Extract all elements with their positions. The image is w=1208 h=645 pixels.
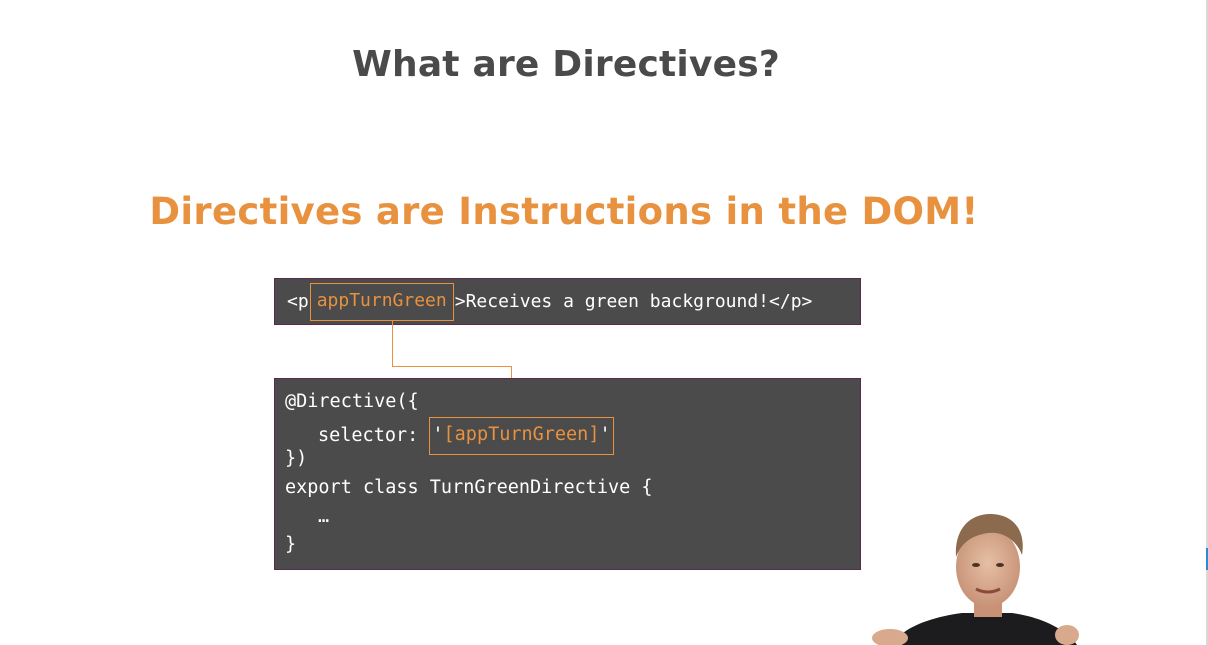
code-line-selector: selector: '[appTurnGreen]' [285, 416, 860, 455]
html-code-box: <p appTurnGreen >Receives a green backgrou… [274, 278, 861, 325]
selector-highlight: '[appTurnGreen]' [429, 416, 614, 455]
html-close-bracket: > [454, 291, 466, 312]
code-line-close-class: } [285, 534, 297, 556]
selector-quote-open: ' [432, 423, 444, 445]
code-line-decorator: @Directive({ [285, 391, 419, 412]
slide-subtitle: Directives are Instructions in the DOM! [149, 190, 979, 233]
ellipsis-text: … [318, 505, 330, 527]
code-line-class: export class TurnGreenDirective { [285, 477, 653, 499]
slide-title: What are Directives? [352, 44, 780, 85]
directive-code-box: @Directive({ selector: '[appTurnGreen]' … [274, 378, 861, 570]
html-content: Receives a green background! [465, 291, 770, 312]
connector-line-across [392, 366, 512, 367]
presenter-video [872, 513, 1079, 645]
selector-key: selector: [318, 424, 419, 446]
selector-quote-close: ' [599, 423, 611, 445]
html-open-tag: <p [287, 291, 309, 312]
directive-attribute-highlight: appTurnGreen [309, 283, 454, 321]
code-line-ellipsis: … [285, 503, 860, 532]
html-end-tag: </p> [769, 291, 813, 312]
selector-value: [appTurnGreen] [443, 423, 600, 445]
connector-line-down [392, 321, 393, 367]
